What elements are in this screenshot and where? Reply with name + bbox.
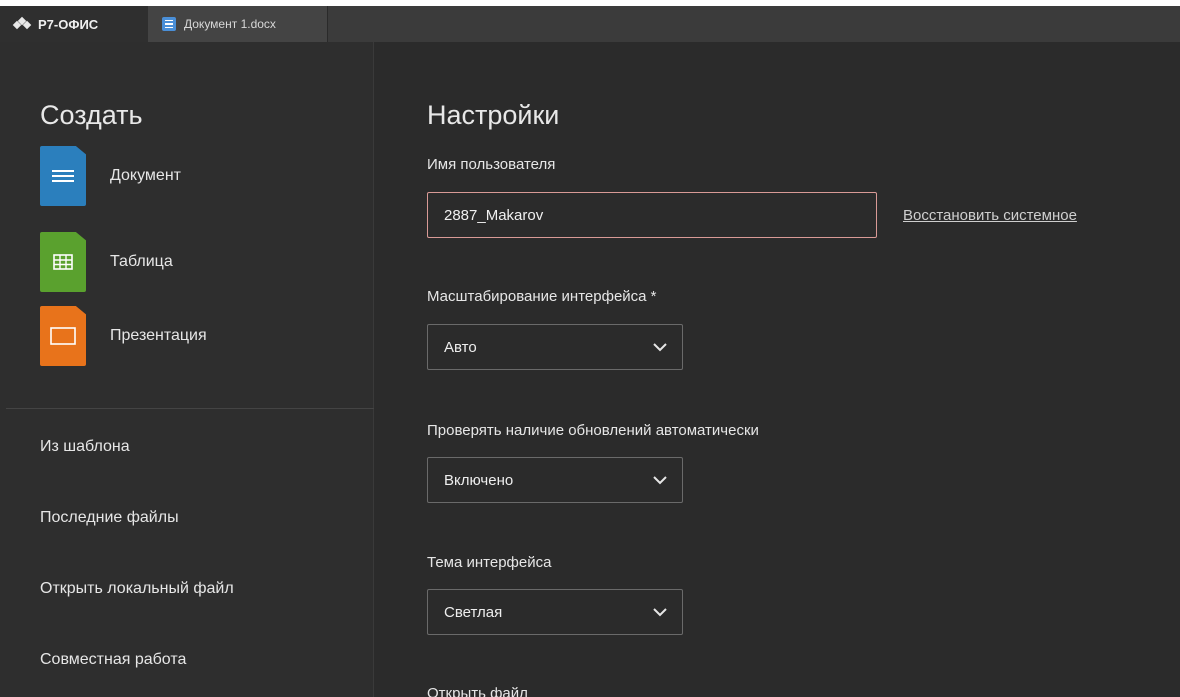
restore-default-link[interactable]: Восстановить системное [903, 207, 1077, 224]
presentation-icon [40, 306, 86, 366]
create-document-button[interactable]: Документ [40, 146, 360, 206]
spreadsheet-icon [40, 232, 86, 292]
settings-panel: Настройки Имя пользователя Восстановить … [375, 42, 1180, 697]
chevron-down-icon [653, 608, 667, 617]
username-label: Имя пользователя [427, 156, 556, 173]
app-brand-label: Р7-ОФИС [38, 16, 99, 32]
theme-select[interactable]: Светлая [427, 589, 683, 635]
tab-document-label: Документ 1.docx [184, 17, 276, 31]
create-title: Создать [40, 100, 143, 130]
sidebar-item-open-local-file[interactable]: Открыть локальный файл [40, 580, 234, 598]
interface-scale-value: Авто [444, 338, 477, 356]
auto-update-label: Проверять наличие обновлений автоматичес… [427, 422, 759, 439]
create-presentation-button[interactable]: Презентация [40, 306, 360, 366]
open-file-label: Открыть файл [427, 685, 528, 697]
theme-value: Светлая [444, 603, 503, 621]
sidebar-item-recent-files[interactable]: Последние файлы [40, 509, 179, 527]
create-document-label: Документ [110, 167, 181, 184]
document-icon [40, 146, 86, 206]
chevron-down-icon [653, 343, 667, 352]
tab-document[interactable]: Документ 1.docx [148, 6, 328, 42]
sidebar-item-from-template[interactable]: Из шаблона [40, 438, 130, 456]
page-title: Настройки [427, 100, 560, 130]
sidebar: Создать Документ Таблица Презентация Из … [0, 42, 374, 697]
chevron-down-icon [653, 476, 667, 485]
sidebar-divider [6, 408, 374, 409]
sidebar-item-collaboration[interactable]: Совместная работа [40, 651, 186, 669]
create-spreadsheet-label: Таблица [110, 253, 173, 270]
interface-scale-label: Масштабирование интерфейса * [427, 288, 657, 305]
app-brand-tab[interactable]: Р7-ОФИС [0, 6, 148, 42]
username-input[interactable] [427, 192, 877, 238]
theme-label: Тема интерфейса [427, 554, 552, 571]
create-spreadsheet-button[interactable]: Таблица [40, 232, 360, 292]
auto-update-value: Включено [444, 471, 514, 489]
tab-bar: Р7-ОФИС Документ 1.docx [0, 6, 1180, 42]
document-tab-icon [162, 17, 176, 31]
interface-scale-select[interactable]: Авто [427, 324, 683, 370]
r7-logo-icon [12, 16, 32, 30]
auto-update-select[interactable]: Включено [427, 457, 683, 503]
create-presentation-label: Презентация [110, 327, 207, 344]
